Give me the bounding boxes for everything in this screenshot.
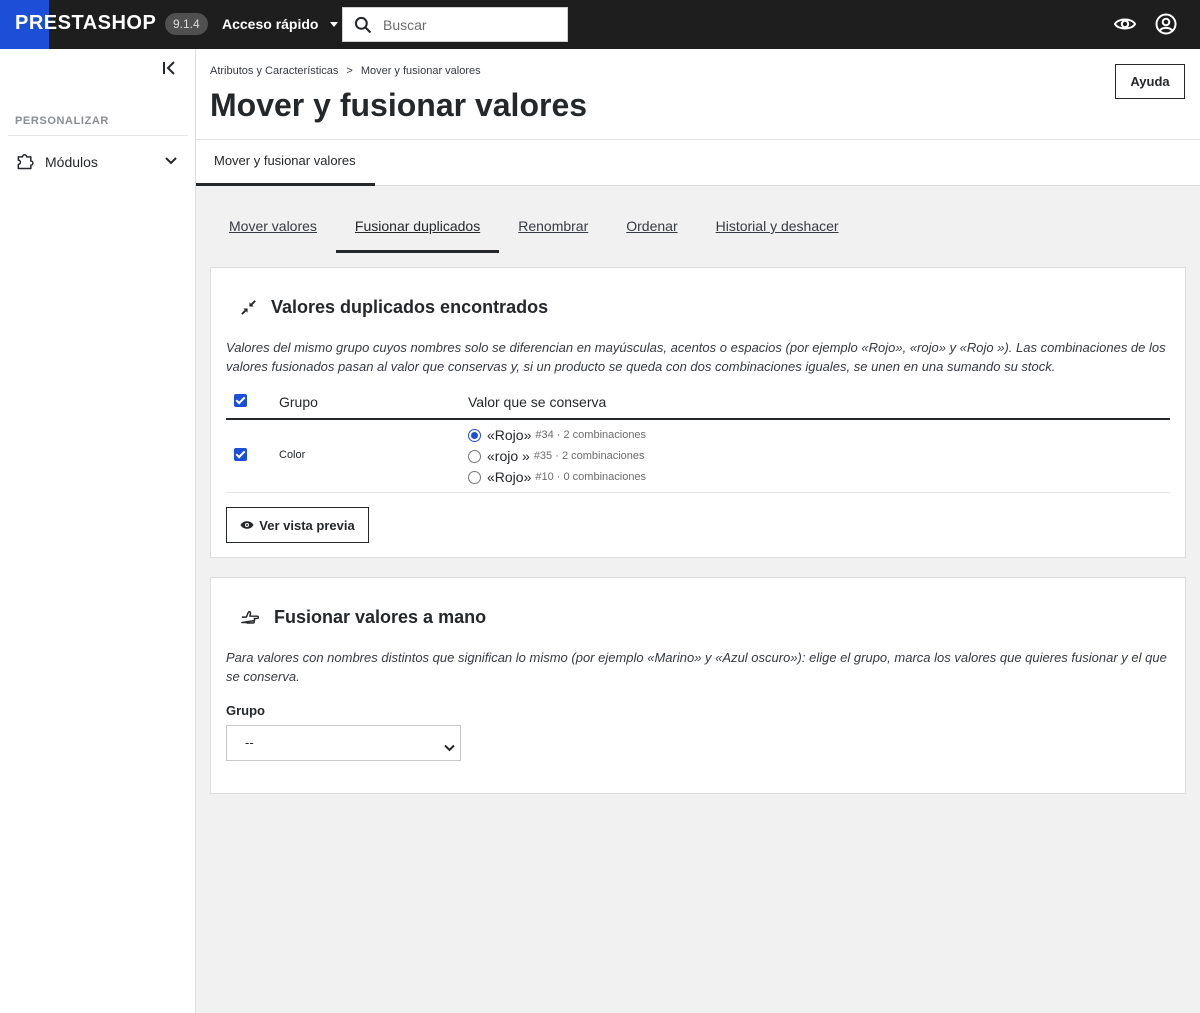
help-button[interactable]: Ayuda <box>1115 64 1185 99</box>
preview-button-label: Ver vista previa <box>259 517 355 533</box>
search-input[interactable] <box>383 9 561 40</box>
row-group: Color <box>279 449 306 461</box>
option-name: «rojo » <box>487 448 530 464</box>
sidebar-section-title: PERSONALIZAR <box>15 115 109 127</box>
manual-description: Para valores con nombres distintos que s… <box>226 650 1167 684</box>
sidebar-item-label: Módulos <box>45 154 98 170</box>
eye-icon <box>240 520 254 530</box>
tab-history[interactable]: Historial y deshacer <box>697 204 858 253</box>
quick-access-label: Acceso rápido <box>222 16 319 32</box>
header-tab-active[interactable]: Mover y fusionar valores <box>196 140 375 186</box>
table-row: Color «Rojo» #34 · 2 combinaciones «rojo… <box>226 420 1170 493</box>
eye-icon[interactable] <box>1113 12 1137 36</box>
keep-radio[interactable] <box>468 428 481 442</box>
page-header: Atributos y Características > Mover y fu… <box>196 49 1200 186</box>
chevron-down-icon <box>444 740 455 755</box>
sidebar-item-modules[interactable]: Módulos <box>15 150 181 174</box>
breadcrumb-item[interactable]: Atributos y Características <box>210 65 338 77</box>
select-all-checkbox[interactable] <box>234 394 247 407</box>
group-select-value: -- <box>245 735 254 750</box>
tab-rename[interactable]: Renombrar <box>499 204 607 253</box>
search-icon[interactable] <box>343 8 383 41</box>
page-title: Mover y fusionar valores <box>210 87 588 123</box>
duplicates-heading: Valores duplicados encontrados <box>240 297 548 318</box>
manual-title: Fusionar valores a mano <box>274 607 487 627</box>
duplicates-title: Valores duplicados encontrados <box>271 297 549 317</box>
column-header-group: Grupo <box>279 394 318 410</box>
row-checkbox[interactable] <box>234 448 247 461</box>
tab-bar: Mover valores Fusionar duplicados Renomb… <box>210 204 858 254</box>
group-select[interactable]: -- <box>226 725 461 761</box>
quick-access-menu[interactable]: Acceso rápido <box>222 16 339 32</box>
search-box[interactable] <box>342 7 568 42</box>
top-bar: PRESTASHOP 9.1.4 Acceso rápido <box>0 0 1200 49</box>
option-meta: #10 · 0 combinaciones <box>535 471 647 483</box>
chevron-down-icon[interactable] <box>163 153 179 172</box>
version-badge: 9.1.4 <box>165 13 208 35</box>
column-header-keep: Valor que se conserva <box>468 394 607 410</box>
manual-heading: Fusionar valores a mano <box>240 607 486 628</box>
option-meta: #34 · 2 combinaciones <box>535 429 647 441</box>
sidebar: PERSONALIZAR Módulos <box>0 49 196 1013</box>
keep-option[interactable]: «Rojo» #34 · 2 combinaciones <box>468 427 646 443</box>
preview-button[interactable]: Ver vista previa <box>226 507 369 543</box>
option-name: «Rojo» <box>487 469 532 485</box>
pointing-hand-icon <box>240 609 260 627</box>
keep-radio[interactable] <box>468 470 481 484</box>
manual-merge-panel: Fusionar valores a mano Para valores con… <box>210 577 1186 794</box>
tab-sort[interactable]: Ordenar <box>607 204 696 253</box>
breadcrumb: Atributos y Características > Mover y fu… <box>210 65 481 77</box>
group-field-label: Grupo <box>226 703 265 718</box>
duplicates-description: Valores del mismo grupo cuyos nombres so… <box>226 340 1166 374</box>
collapse-sidebar-icon[interactable] <box>160 59 178 77</box>
breadcrumb-separator: > <box>346 65 353 77</box>
puzzle-icon <box>15 151 35 174</box>
keep-option[interactable]: «Rojo» #10 · 0 combinaciones <box>468 469 646 485</box>
logo[interactable]: PRESTASHOP <box>15 12 156 35</box>
keep-radio[interactable] <box>468 449 481 463</box>
account-icon[interactable] <box>1154 12 1178 36</box>
table-header: Grupo Valor que se conserva <box>226 390 1170 420</box>
compress-arrows-icon <box>240 299 257 316</box>
option-meta: #35 · 2 combinaciones <box>533 450 645 462</box>
keep-option[interactable]: «rojo » #35 · 2 combinaciones <box>468 448 645 464</box>
tab-merge-duplicates[interactable]: Fusionar duplicados <box>335 204 500 253</box>
caret-down-icon <box>330 21 339 27</box>
duplicates-panel: Valores duplicados encontrados Valores d… <box>210 267 1186 558</box>
option-name: «Rojo» <box>487 427 532 443</box>
tab-move-values[interactable]: Mover valores <box>210 204 336 253</box>
sidebar-divider <box>8 135 188 136</box>
breadcrumb-current: Mover y fusionar valores <box>360 65 481 77</box>
